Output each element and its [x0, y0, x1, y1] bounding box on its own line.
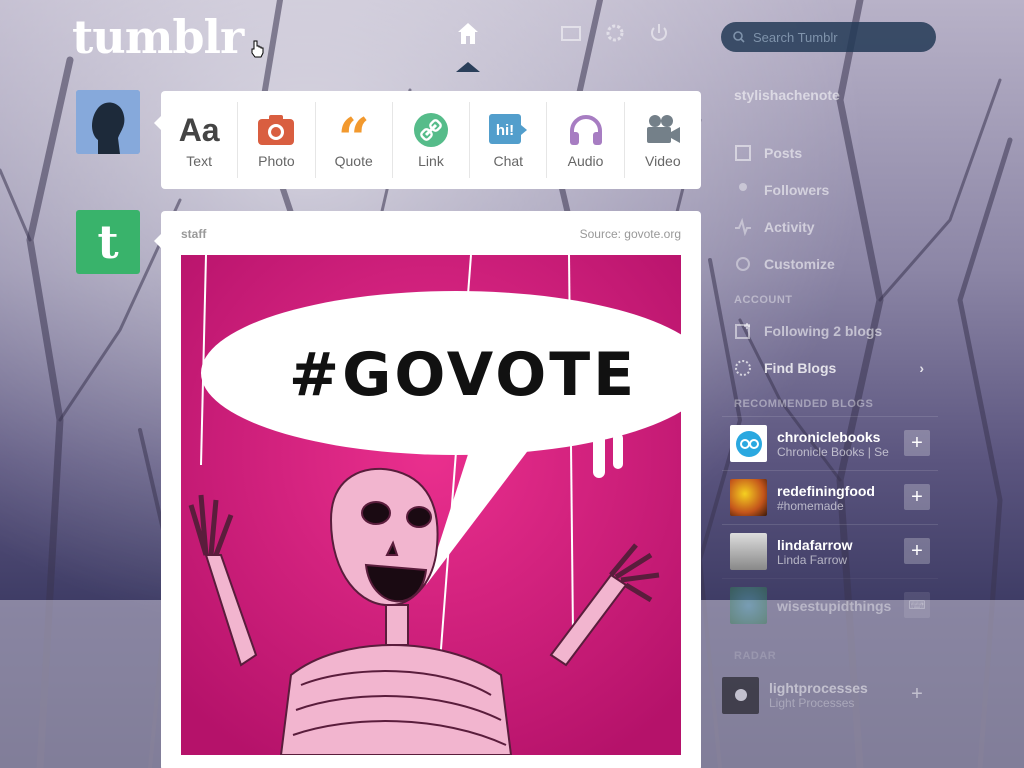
avatar	[730, 425, 767, 462]
avatar	[730, 533, 767, 570]
search-bar[interactable]	[721, 22, 936, 52]
sidebar: stylishachenote Posts Followers Activity…	[722, 80, 938, 722]
avatar	[722, 676, 759, 714]
account-header: ACCOUNT	[734, 294, 793, 306]
gear-icon[interactable]	[604, 22, 626, 44]
quote-icon: “	[337, 106, 370, 172]
sidebar-item-following[interactable]: Following 2 blogs	[722, 312, 938, 349]
home-icon[interactable]	[455, 20, 481, 46]
sidebar-blog-title[interactable]: stylishachenote	[722, 80, 938, 110]
followers-icon	[739, 182, 747, 191]
radar-header: RADAR	[734, 650, 777, 662]
sidebar-item-followers[interactable]: Followers	[722, 171, 938, 208]
dashboard-post: staff Source: govote.org #GOVOTE	[161, 211, 701, 768]
sidebar-item-customize[interactable]: Customize	[722, 245, 938, 282]
search-input[interactable]	[753, 29, 923, 45]
recommended-blog[interactable]: redefiningfood #homemade +	[722, 470, 938, 524]
staff-avatar[interactable]: t	[76, 210, 140, 274]
post-author[interactable]: staff	[181, 227, 206, 241]
post-type-photo[interactable]: Photo	[238, 102, 316, 178]
follow-button[interactable]: +	[904, 681, 930, 707]
post-pointer	[154, 234, 161, 248]
chevron-right-icon: ›	[919, 359, 924, 376]
follow-button[interactable]: +	[904, 538, 930, 564]
search-icon	[733, 31, 745, 43]
posts-icon	[735, 144, 751, 161]
keyboard-icon[interactable]: ⌨	[904, 592, 930, 618]
recommended-blog[interactable]: chroniclebooks Chronicle Books | Se +	[722, 416, 938, 470]
post-type-bar: Aa Text Photo “ Quote Link hi! Chat Audi…	[161, 91, 701, 189]
sidebar-item-activity[interactable]: Activity	[722, 208, 938, 245]
tumblr-t-logo: t	[97, 215, 119, 269]
recommended-blog[interactable]: wisestupidthings ⌨	[722, 578, 938, 632]
follow-button[interactable]: +	[904, 484, 930, 510]
avatar	[730, 479, 767, 516]
text-icon: Aa	[178, 111, 220, 148]
sidebar-item-posts[interactable]: Posts	[722, 134, 938, 171]
chat-icon: hi!	[488, 111, 528, 149]
sidebar-item-find-blogs[interactable]: Find Blogs ›	[722, 349, 938, 386]
following-icon	[735, 322, 750, 339]
compass-icon	[735, 359, 751, 376]
power-icon[interactable]	[648, 22, 670, 44]
post-type-text[interactable]: Aa Text	[161, 102, 239, 178]
tumblr-logo[interactable]: tumblr	[72, 10, 244, 64]
post-type-quote[interactable]: “ Quote	[316, 102, 393, 178]
camera-icon	[256, 111, 296, 149]
post-image[interactable]: #GOVOTE	[181, 255, 681, 755]
post-source[interactable]: Source: govote.org	[580, 227, 681, 241]
follow-button[interactable]: +	[904, 430, 930, 456]
svg-text:hi!: hi!	[496, 122, 514, 139]
headphones-icon	[566, 111, 606, 149]
nav-active-caret	[456, 62, 480, 72]
post-type-video[interactable]: Video	[625, 102, 701, 178]
activity-icon	[735, 217, 751, 236]
video-camera-icon	[643, 111, 683, 149]
customize-icon	[736, 256, 750, 271]
recommended-blog[interactable]: lindafarrow Linda Farrow +	[722, 524, 938, 578]
post-type-link[interactable]: Link	[393, 102, 471, 178]
post-type-chat[interactable]: hi! Chat	[470, 102, 548, 178]
link-icon	[411, 111, 451, 149]
user-avatar[interactable]	[76, 90, 140, 154]
post-type-audio[interactable]: Audio	[547, 102, 625, 178]
inbox-icon[interactable]	[560, 22, 582, 44]
hand-cursor-icon	[251, 40, 264, 58]
radar-blog[interactable]: lightprocesses Light Processes +	[722, 668, 938, 722]
govote-text: #GOVOTE	[289, 340, 637, 410]
recommended-header: RECOMMENDED BLOGS	[734, 398, 874, 410]
avatar-pointer	[154, 116, 161, 130]
avatar	[730, 587, 767, 624]
